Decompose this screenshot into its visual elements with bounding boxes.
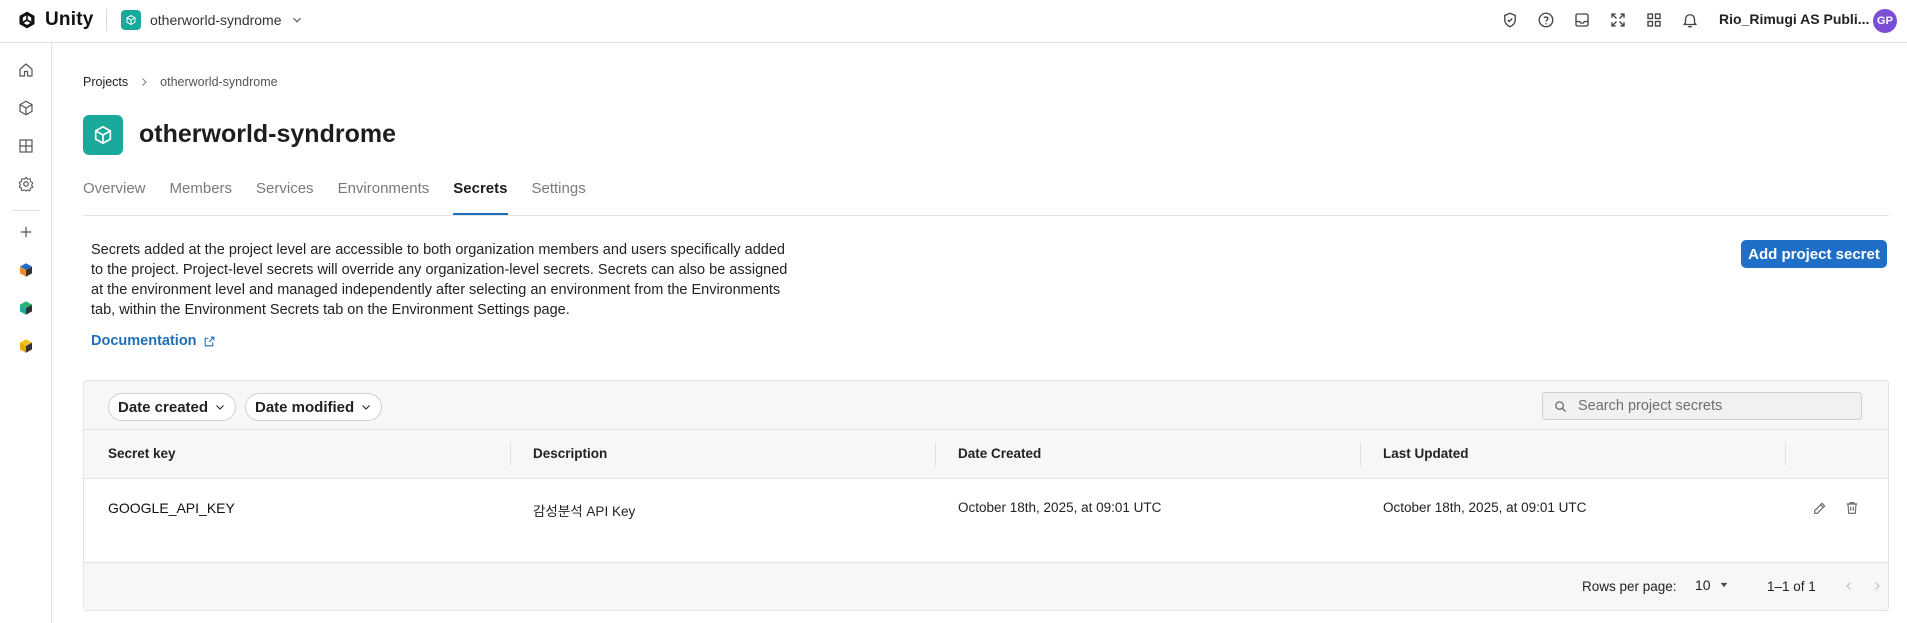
filter-date-created[interactable]: Date created [108,393,237,421]
filter-date-modified[interactable]: Date modified [245,393,383,421]
table-pagination: Rows per page: 10 1–1 of 1 [84,564,1888,611]
plus-icon[interactable] [15,221,37,243]
project-cube-icon [121,10,141,30]
tab-environments[interactable]: Environments [338,180,430,215]
filter-label: Date created [118,398,209,416]
rows-per-page-label: Rows per page: [1582,579,1677,594]
column-header-description[interactable]: Description [533,446,607,461]
column-header-date-created[interactable]: Date Created [958,446,1041,461]
chevron-down-icon [216,405,224,410]
project-switcher[interactable]: otherworld-syndrome [121,9,304,31]
add-project-secret-button[interactable]: Add project secret [1741,240,1887,268]
column-divider [510,442,511,466]
top-icon-group [1500,10,1716,30]
brand-name: Unity [45,9,94,30]
breadcrumb-current: otherworld-syndrome [160,75,278,89]
table-row: GOOGLE_API_KEY 감성분석 API Key October 18th… [84,479,1888,563]
unity-logo-icon [19,11,35,29]
cloud-app-icon[interactable] [15,259,37,281]
project-switcher-name: otherworld-syndrome [150,12,282,28]
home-icon[interactable] [15,59,37,81]
expand-icon[interactable] [1608,10,1628,30]
cloud-app-icon[interactable] [15,297,37,319]
chevron-down-icon [362,405,371,410]
column-divider [1360,442,1361,466]
shield-check-icon[interactable] [1500,10,1520,30]
top-bar: Unity otherworld-syndrome Rio_Rimugi AS … [0,0,1907,43]
documentation-link-label: Documentation [91,333,197,349]
delete-icon[interactable] [1843,499,1861,517]
apps-grid-icon[interactable] [1644,10,1664,30]
help-icon[interactable] [1536,10,1556,30]
search-input[interactable] [1578,398,1848,414]
settings-icon[interactable] [15,173,37,195]
column-header-last-updated[interactable]: Last Updated [1383,446,1469,461]
previous-page-icon[interactable] [1841,578,1857,594]
column-divider [1785,442,1786,466]
chevron-down-icon [292,17,301,23]
inbox-icon[interactable] [1572,10,1592,30]
filter-label: Date modified [255,398,355,416]
cloud-app-icon[interactable] [15,335,37,357]
project-tabs: Overview Members Services Environments S… [83,180,610,215]
date-created-cell: October 18th, 2025, at 09:01 UTC [958,500,1162,515]
tab-services[interactable]: Services [256,180,314,215]
chevron-right-icon [142,78,147,86]
rows-per-page-value: 10 [1695,577,1711,593]
bell-icon[interactable] [1680,10,1700,30]
next-page-icon[interactable] [1869,578,1885,594]
divider [106,9,107,31]
search-icon [1555,400,1566,412]
search-box [1542,392,1862,420]
secret-key-cell: GOOGLE_API_KEY [108,500,235,516]
tab-settings[interactable]: Settings [532,180,586,215]
project-cube-icon [83,115,123,155]
breadcrumb: Projects otherworld-syndrome [83,75,278,89]
column-header-secret-key[interactable]: Secret key [108,446,176,461]
edit-icon[interactable] [1811,499,1829,517]
tab-members[interactable]: Members [170,180,233,215]
external-link-icon [204,336,214,346]
secrets-description: Secrets added at the project level are a… [91,242,788,318]
table-header: Secret key Description Date Created Last… [84,429,1888,479]
rows-per-page-select[interactable]: 10 [1695,577,1729,593]
org-name[interactable]: Rio_Rimugi AS Publi... [1719,11,1869,27]
grid-icon[interactable] [15,135,37,157]
tab-overview[interactable]: Overview [83,180,146,215]
description-cell: 감성분석 API Key [533,504,636,519]
breadcrumb-projects[interactable]: Projects [83,75,128,89]
documentation-link[interactable]: Documentation [91,333,216,349]
unity-logo[interactable]: Unity [17,9,94,31]
tab-secrets[interactable]: Secrets [453,180,508,215]
tabs-divider [83,215,1889,216]
sidebar-rail [0,43,52,623]
secrets-table-panel: Date created Date modified Secret key De… [83,380,1889,611]
cube-icon[interactable] [15,97,37,119]
rail-divider [12,210,40,211]
column-divider [935,442,936,466]
last-updated-cell: October 18th, 2025, at 09:01 UTC [1383,500,1587,515]
avatar[interactable]: GP [1873,9,1897,33]
caret-down-icon [1720,582,1727,588]
page-title: otherworld-syndrome [139,120,396,148]
pagination-range: 1–1 of 1 [1767,579,1816,594]
